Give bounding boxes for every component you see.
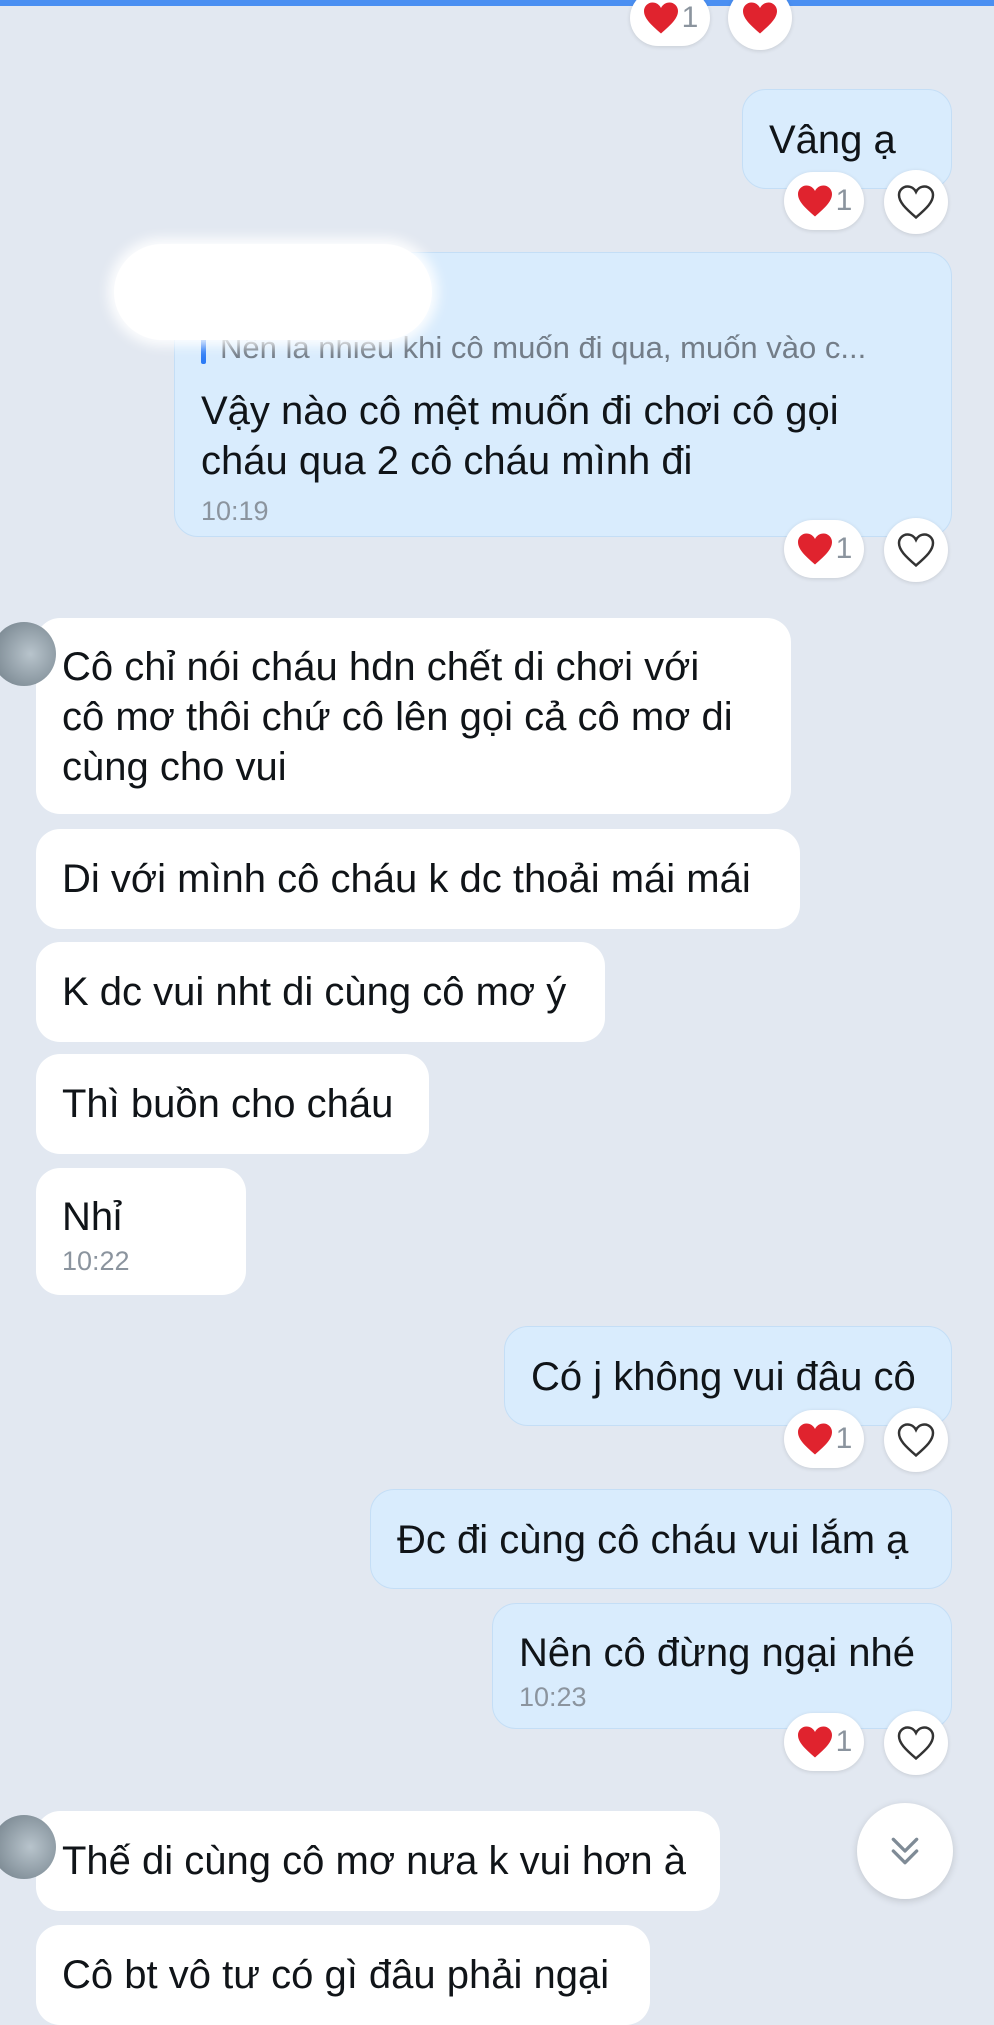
like-button[interactable] (884, 170, 948, 234)
top-progress-bar (0, 0, 994, 6)
outgoing-message[interactable]: Có j không vui đâu cô (504, 1326, 952, 1426)
avatar[interactable] (0, 622, 56, 686)
message-text: Cô bt vô tư có gì đâu phải ngại (62, 1953, 610, 1997)
message-text: Nhỉ (62, 1195, 123, 1239)
message-text: Có j không vui đâu cô (531, 1355, 916, 1399)
message-text: Di với mình cô cháu k dc thoải mái mái (62, 857, 751, 901)
incoming-message[interactable]: Thế di cùng cô mơ nưa k vui hơn à (0, 1811, 720, 1911)
reaction-count: 1 (835, 184, 853, 217)
outgoing-message[interactable]: Đc đi cùng cô cháu vui lắm ạ (370, 1489, 952, 1589)
message-text: K dc vui nht di cùng cô mơ ý (62, 970, 567, 1014)
heart-icon (797, 185, 832, 217)
incoming-message[interactable]: Cô bt vô tư có gì đâu phải ngại (36, 1925, 650, 2025)
heart-outline-icon (897, 1726, 935, 1760)
heart-icon (797, 1726, 832, 1758)
outgoing-message[interactable]: Nên cô đừng ngại nhé 10:23 (492, 1603, 952, 1729)
heart-outline-icon (897, 533, 935, 567)
reaction-count: 1 (681, 1, 699, 34)
reaction-count: 1 (835, 1422, 853, 1455)
message-text: Vâng ạ (769, 118, 896, 162)
heart-reaction-button[interactable] (728, 0, 792, 50)
incoming-message[interactable]: Thì buồn cho cháu (36, 1054, 429, 1154)
reaction-pill[interactable]: 1 (784, 1410, 864, 1468)
reaction-pill[interactable]: 1 (784, 172, 864, 230)
reaction-count: 1 (835, 1725, 853, 1758)
message-time: 10:22 (62, 1246, 130, 1276)
message-time: 10:23 (519, 1682, 587, 1712)
like-button[interactable] (884, 1711, 948, 1775)
scroll-to-bottom-button[interactable] (857, 1803, 953, 1899)
double-chevron-down-icon (891, 1837, 919, 1865)
incoming-message[interactable]: K dc vui nht di cùng cô mơ ý (36, 942, 605, 1042)
like-button[interactable] (884, 1408, 948, 1472)
redacted-sender-name (114, 244, 432, 340)
incoming-message[interactable]: Nhỉ 10:22 (36, 1168, 246, 1295)
incoming-message[interactable]: Di với mình cô cháu k dc thoải mái mái (36, 829, 800, 929)
message-text: Thế di cùng cô mơ nưa k vui hơn à (62, 1839, 686, 1883)
heart-outline-icon (897, 185, 935, 219)
reaction-pill[interactable]: 1 (630, 0, 710, 46)
message-text: Thì buồn cho cháu (62, 1082, 394, 1126)
message-text: Đc đi cùng cô cháu vui lắm ạ (397, 1518, 909, 1562)
reaction-pill[interactable]: 1 (784, 520, 864, 578)
message-text: Cô chỉ nói cháu hdn chết di chơi với cô … (62, 645, 733, 789)
heart-icon (743, 2, 777, 34)
incoming-message[interactable]: Cô chỉ nói cháu hdn chết di chơi với cô … (0, 618, 791, 814)
like-button[interactable] (884, 518, 948, 582)
heart-outline-icon (897, 1423, 935, 1457)
reaction-count: 1 (835, 532, 853, 565)
message-text: Vậy nào cô mệt muốn đi chơi cô gọi cháu … (201, 389, 839, 483)
avatar[interactable] (0, 1815, 56, 1879)
message-text: Nên cô đừng ngại nhé (519, 1631, 915, 1675)
heart-icon (643, 2, 678, 34)
reaction-pill[interactable]: 1 (784, 1713, 864, 1771)
heart-icon (797, 1423, 832, 1455)
heart-icon (797, 533, 832, 565)
